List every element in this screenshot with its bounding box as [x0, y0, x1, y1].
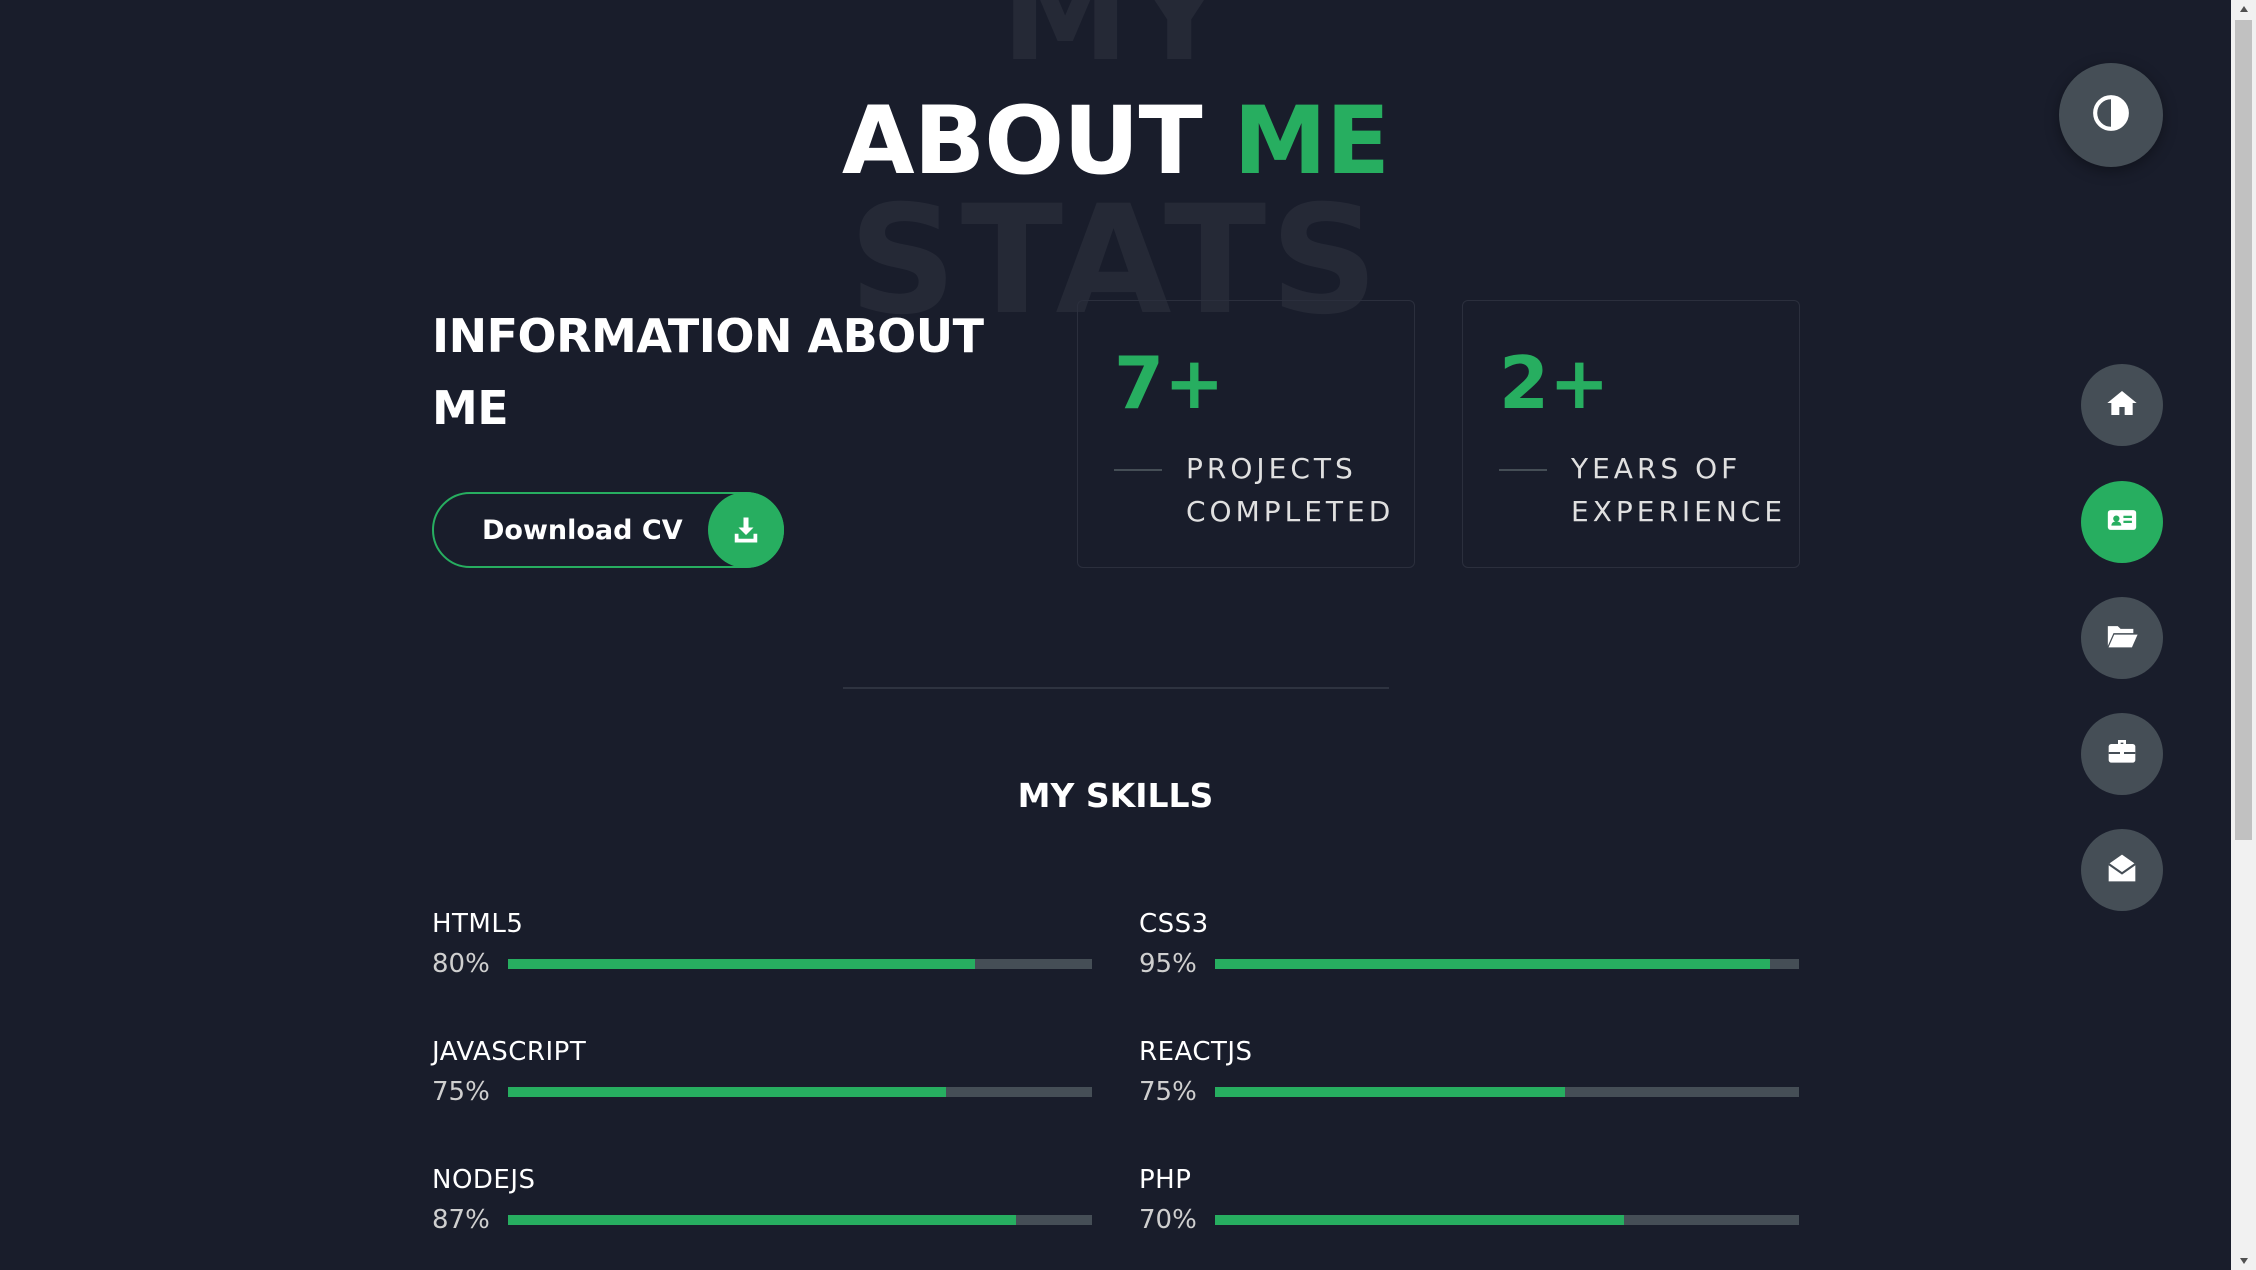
skill-name: PHP	[1139, 1165, 1192, 1195]
folder-open-icon	[2105, 619, 2139, 657]
skills-title: MY SKILLS	[1017, 776, 1214, 815]
stat-number: 7+	[1114, 341, 1225, 425]
nav-home-button[interactable]	[2081, 364, 2163, 446]
stat-divider	[1499, 469, 1547, 471]
theme-toggle-button[interactable]	[2059, 63, 2163, 167]
skill-progress-fill	[1215, 959, 1770, 969]
skill-progress-track	[1215, 1087, 1799, 1097]
scrollbar-thumb[interactable]	[2235, 20, 2252, 840]
skill-name: CSS3	[1139, 909, 1209, 939]
download-cv-label: Download CV	[482, 514, 683, 546]
skill-name: HTML5	[432, 909, 524, 939]
page-title: ABOUT ME	[0, 95, 2231, 189]
skill-percent: 95%	[1139, 949, 1197, 979]
skill-percent: 70%	[1139, 1205, 1197, 1235]
stat-card-experience: 2+ YEARS OF EXPERIENCE	[1462, 300, 1800, 568]
skill-html5: HTML5 80%	[432, 909, 1092, 979]
background-word-top: MY	[1001, 0, 1230, 90]
page: MY STATS ABOUT ME INFORMATION ABOUT ME D…	[0, 0, 2231, 1270]
skill-progress-track	[508, 1215, 1092, 1225]
nav-about-button[interactable]	[2081, 481, 2163, 563]
skill-progress-fill	[508, 959, 976, 969]
briefcase-icon	[2106, 736, 2138, 772]
skill-name: JAVASCRIPT	[432, 1037, 587, 1067]
stat-card-projects: 7+ PROJECTS COMPLETED	[1077, 300, 1415, 568]
download-icon	[708, 492, 784, 568]
skill-progress-fill	[508, 1087, 946, 1097]
nav-experience-button[interactable]	[2081, 713, 2163, 795]
stat-number: 2+	[1499, 341, 1610, 425]
skill-progress-fill	[1215, 1215, 1624, 1225]
skill-percent: 80%	[432, 949, 490, 979]
nav-portfolio-button[interactable]	[2081, 597, 2163, 679]
skill-progress-track	[508, 1087, 1092, 1097]
id-card-icon	[2105, 503, 2139, 541]
download-cv-button[interactable]: Download CV	[432, 492, 784, 568]
skill-name: NODEJS	[432, 1165, 536, 1195]
skill-css3: CSS3 95%	[1139, 909, 1799, 979]
skill-progress-track	[508, 959, 1092, 969]
info-title: INFORMATION ABOUT ME	[432, 309, 984, 435]
skill-percent: 87%	[432, 1205, 490, 1235]
page-scrollbar[interactable]	[2231, 0, 2256, 1270]
nav-contact-button[interactable]	[2081, 829, 2163, 911]
skill-javascript: JAVASCRIPT 75%	[432, 1037, 1092, 1107]
envelope-open-icon	[2106, 852, 2138, 888]
skill-name: REACTJS	[1139, 1037, 1253, 1067]
contrast-icon	[2092, 94, 2130, 136]
skill-progress-fill	[508, 1215, 1017, 1225]
scroll-down-arrow[interactable]	[2231, 1252, 2256, 1270]
skill-progress-track	[1215, 1215, 1799, 1225]
skill-percent: 75%	[432, 1077, 490, 1107]
skill-reactjs: REACTJS 75%	[1139, 1037, 1799, 1107]
skill-progress-track	[1215, 959, 1799, 969]
stat-label: PROJECTS COMPLETED	[1186, 452, 1395, 528]
scroll-up-arrow[interactable]	[2231, 0, 2256, 18]
stat-divider	[1114, 469, 1162, 471]
skill-nodejs: NODEJS 87%	[432, 1165, 1092, 1235]
home-icon	[2106, 387, 2138, 423]
section-divider	[843, 687, 1389, 689]
skill-php: PHP 70%	[1139, 1165, 1799, 1235]
skill-percent: 75%	[1139, 1077, 1197, 1107]
page-title-main: ABOUT	[841, 87, 1203, 196]
skill-progress-fill	[1215, 1087, 1566, 1097]
stat-label: YEARS OF EXPERIENCE	[1571, 452, 1787, 528]
page-title-accent: ME	[1233, 87, 1390, 196]
